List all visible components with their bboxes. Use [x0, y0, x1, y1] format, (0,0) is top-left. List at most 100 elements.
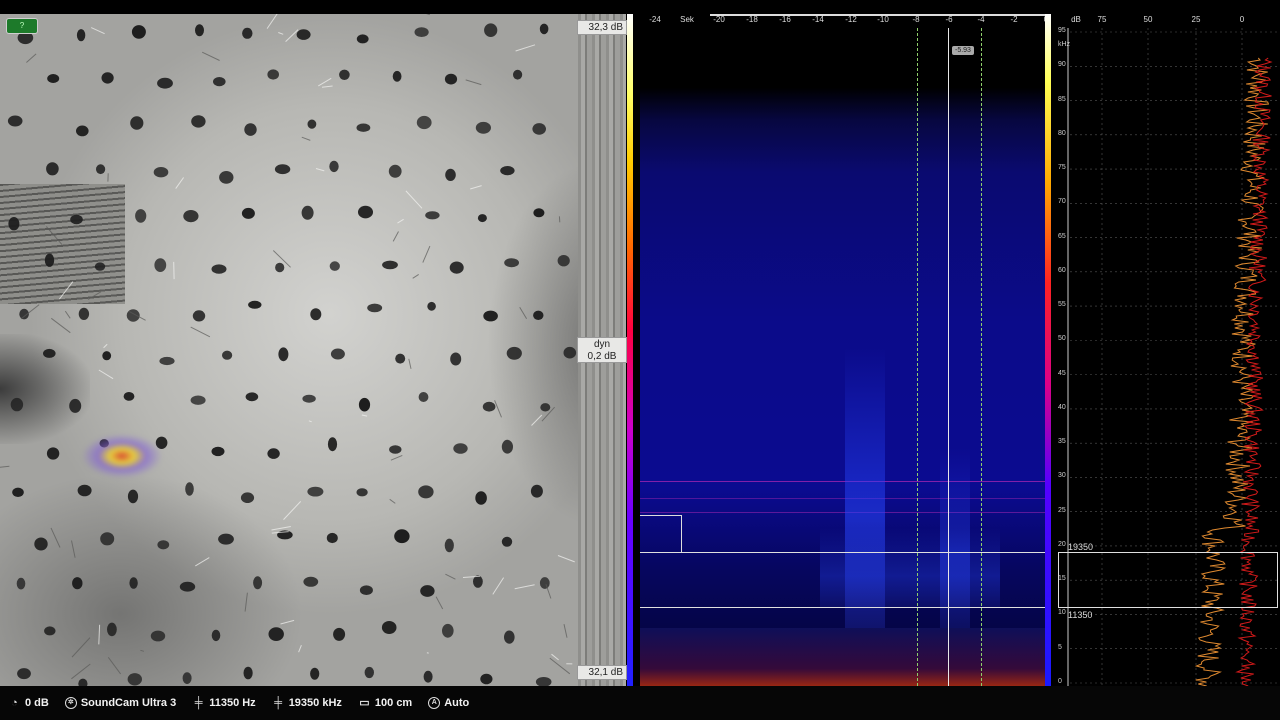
surface-hole: [475, 121, 491, 134]
surface-hole: [248, 300, 262, 309]
status-mode[interactable]: A Auto: [428, 697, 469, 709]
time-unit-label: Sek: [680, 15, 694, 24]
khz-unit-label: kHz: [1058, 41, 1071, 48]
khz-tick-label: 0: [1058, 678, 1062, 685]
spectrum-band-selection[interactable]: [1058, 552, 1278, 608]
spectrogram-low-band: [640, 628, 1050, 686]
surface-hole: [191, 115, 206, 128]
surface-hole: [78, 307, 90, 320]
surface-hole: [70, 214, 83, 225]
surface-fiber: [298, 645, 302, 653]
time-tick-label: -4: [977, 15, 985, 24]
status-freq-high-value: 19350 kHz: [288, 697, 342, 709]
surface-hole: [500, 166, 515, 176]
db-dynamic-range[interactable]: dyn 0,2 dB: [577, 337, 627, 363]
surface-hole: [506, 346, 522, 360]
surface-hole: [444, 538, 454, 553]
spectrum-panel[interactable]: dB 75 50 25 0 kHz 95 90 85 80 75 70 65 60 55 50 45 40 35…: [1054, 0, 1280, 686]
surface-hole: [267, 448, 280, 459]
surface-hole: [78, 678, 88, 686]
surface-fiber: [389, 498, 396, 504]
surface-fiber: [190, 326, 211, 338]
time-tick-label: -6: [945, 15, 953, 24]
surface-hole: [513, 69, 523, 80]
surface-hole: [356, 488, 368, 497]
surface-fiber: [494, 400, 502, 418]
surface-hole: [425, 211, 440, 220]
surface-hole: [484, 23, 498, 37]
surface-hole: [150, 630, 166, 642]
surface-hole: [219, 171, 234, 184]
time-tick-label: -24: [649, 15, 661, 24]
time-tick-label: -14: [812, 15, 824, 24]
time-tick-label: -18: [746, 15, 758, 24]
surface-hole: [532, 123, 546, 135]
surface-hole: [7, 115, 23, 127]
surface-fiber: [50, 317, 71, 334]
db-unit-label: dB: [1071, 15, 1081, 24]
surface-hole: [539, 577, 550, 589]
surface-hole: [278, 347, 289, 362]
surface-fiber: [531, 414, 543, 426]
surface-hole: [444, 73, 458, 85]
khz-tick-label: 85: [1058, 95, 1066, 103]
status-device-name: SoundCam Ultra 3: [80, 697, 177, 709]
time-tick-label: -12: [845, 15, 857, 24]
surface-hole: [389, 445, 402, 454]
status-distance-value: 100 cm: [374, 697, 413, 709]
surface-hole: [94, 262, 106, 271]
status-gain[interactable]: ◔ 0 dB: [8, 697, 49, 710]
surface-hole: [418, 485, 434, 499]
status-mode-value: Auto: [444, 697, 470, 709]
db-scale-min: 32,1 dB: [577, 665, 627, 680]
surface-hole: [240, 492, 255, 504]
surface-hole: [157, 540, 170, 550]
surface-hole: [477, 214, 487, 223]
surface-hole: [504, 630, 515, 644]
surface-hole: [253, 576, 263, 590]
surface-hole: [418, 392, 429, 402]
status-freq-high[interactable]: ╪ 19350 kHz: [272, 697, 342, 710]
surface-hole: [557, 255, 570, 267]
surface-fiber: [280, 619, 295, 625]
surface-hole: [44, 253, 55, 267]
surface-hole: [107, 622, 117, 637]
surface-fiber: [551, 653, 559, 661]
time-cursor-value: -5.93: [952, 46, 974, 55]
surface-fiber: [392, 231, 399, 242]
status-distance[interactable]: ▭ 100 cm: [358, 697, 412, 710]
surface-hole: [339, 69, 350, 80]
surface-hole: [123, 392, 135, 401]
surface-hole: [450, 352, 462, 366]
surface-fiber: [98, 369, 114, 380]
surface-hole: [310, 308, 322, 321]
surface-hole: [563, 346, 577, 359]
surface-hole: [211, 629, 221, 642]
khz-tick-label: 35: [1058, 438, 1066, 446]
ruler-icon: ▭: [359, 696, 370, 709]
band-history-marker: [640, 515, 682, 553]
surface-fiber: [64, 310, 71, 319]
surface-hole: [101, 72, 114, 84]
surface-hole: [242, 27, 253, 39]
surface-hole: [12, 487, 24, 497]
surface-fiber: [71, 663, 91, 680]
surface-hole: [96, 164, 106, 175]
surface-hole: [296, 29, 311, 40]
surface-hole: [192, 310, 206, 322]
surface-hole: [427, 301, 436, 311]
frequency-band-selection[interactable]: [640, 552, 1045, 608]
surface-fiber: [435, 596, 444, 610]
surface-fiber: [426, 14, 430, 16]
khz-tick-label: 30: [1058, 472, 1066, 480]
surface-fiber: [50, 527, 61, 548]
time-axis-line: [710, 14, 1050, 16]
surface-hole: [423, 670, 433, 683]
surface-hole: [359, 585, 373, 595]
recording-indicator[interactable]: ?: [6, 18, 38, 34]
khz-tick-label: 70: [1058, 198, 1066, 206]
status-freq-low[interactable]: ╪ 11350 Hz: [192, 697, 256, 710]
khz-tick-label: 20: [1058, 540, 1066, 548]
camera-view[interactable]: [0, 14, 626, 686]
status-device[interactable]: ✲ SoundCam Ultra 3: [64, 697, 177, 709]
